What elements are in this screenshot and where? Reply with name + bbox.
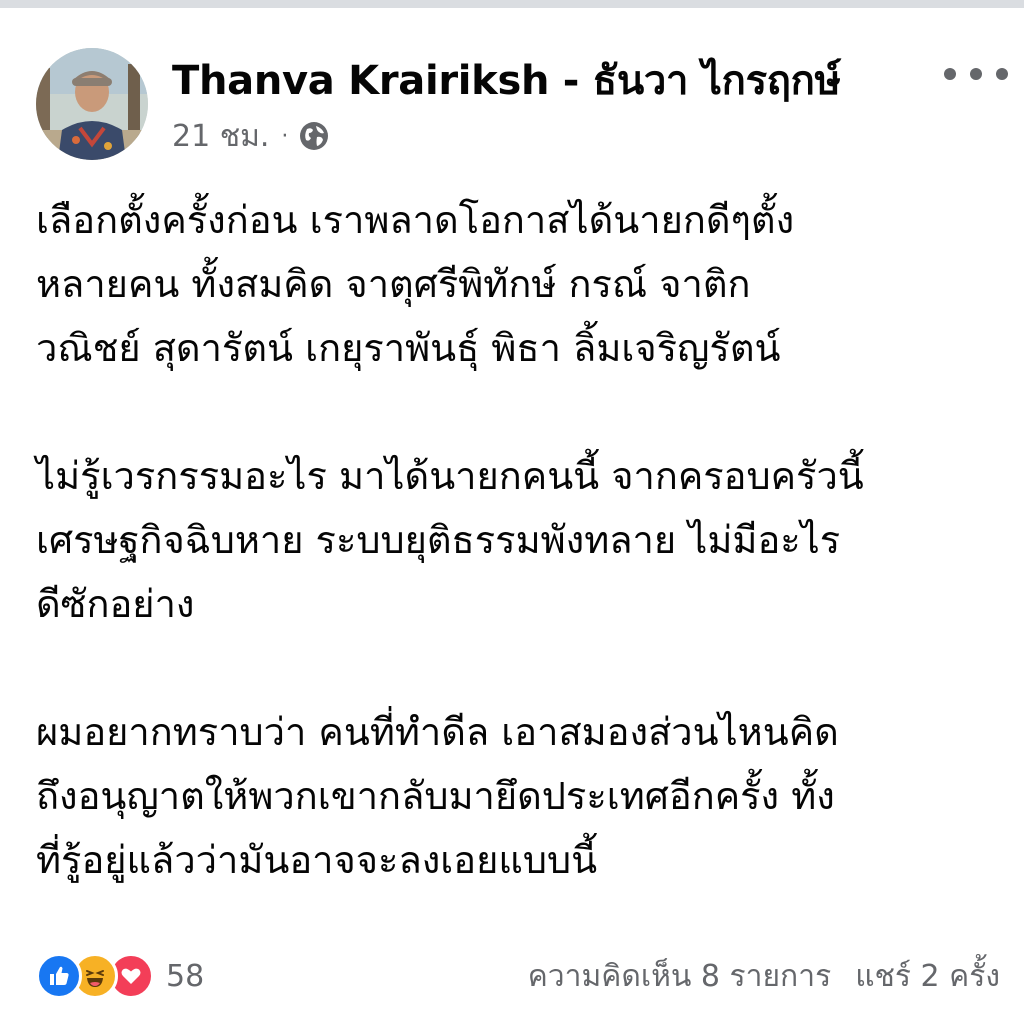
post-timestamp[interactable]: 21 ชม. [172,113,269,160]
post-paragraph: ไม่รู้เวรกรรมอะไร มาได้นายกคนนี้ จากครอบ… [36,444,996,636]
post-card: Thanva Krairiksh - ธันวา ไกรฤกษ์ 21 ชม. … [0,8,1024,1014]
post-text-line: ดีซักอย่าง [36,582,195,626]
post-text-line: ไม่รู้เวรกรรมอะไร มาได้นายกคนนี้ จากครอบ… [36,454,864,498]
post-text: เลือกตั้งครั้งก่อน เราพลาดโอกาสได้นายกดี… [36,188,996,956]
globe-icon[interactable] [298,120,330,152]
post-text-line: เศรษฐกิจฉิบหาย ระบบยุติธรรมพังทลาย ไม่มี… [36,518,841,562]
post-text-line: วณิชย์ สุดารัตน์ เกยุราพันธุ์ พิธา ลิ้มเ… [36,326,781,370]
author-name[interactable]: Thanva Krairiksh - ธันวา ไกรฤกษ์ [172,48,841,112]
post-text-line: ที่รู้อยู่แล้วว่ามันอาจจะลงเอยแบบนี้ [36,838,598,882]
meta-separator: · [281,123,289,149]
post-text-line: ผมอยากทราบว่า คนที่ทำดีล เอาสมองส่วนไหนค… [36,710,839,754]
post-text-line: ถึงอนุญาตให้พวกเขากลับมายึดประเทศอีกครั้… [36,774,835,818]
post-text-line: เลือกตั้งครั้งก่อน เราพลาดโอกาสได้นายกดี… [36,198,795,242]
more-dot [970,68,982,80]
post-paragraph: เลือกตั้งครั้งก่อน เราพลาดโอกาสได้นายกดี… [36,188,996,380]
avatar[interactable] [36,48,148,160]
top-divider [0,0,1024,8]
post-paragraph: ผมอยากทราบว่า คนที่ทำดีล เอาสมองส่วนไหนค… [36,700,996,892]
more-options-icon[interactable] [944,58,1008,90]
post-meta: 21 ชม. · [172,116,330,156]
post-footer: 58 ความคิดเห็น 8 รายการ แชร์ 2 ครั้ง [36,948,1000,1004]
like-icon [36,953,82,999]
reactions-summary[interactable]: 58 [36,953,204,999]
reaction-count: 58 [166,958,205,994]
more-dot [944,68,956,80]
comments-count-link[interactable]: ความคิดเห็น 8 รายการ [528,953,831,1000]
post-stats: ความคิดเห็น 8 รายการ แชร์ 2 ครั้ง [528,953,1000,1000]
more-dot [996,68,1008,80]
shares-count-link[interactable]: แชร์ 2 ครั้ง [855,953,1000,1000]
post-text-line: หลายคน ทั้งสมคิด จาตุศรีพิทักษ์ กรณ์ จาต… [36,262,751,306]
